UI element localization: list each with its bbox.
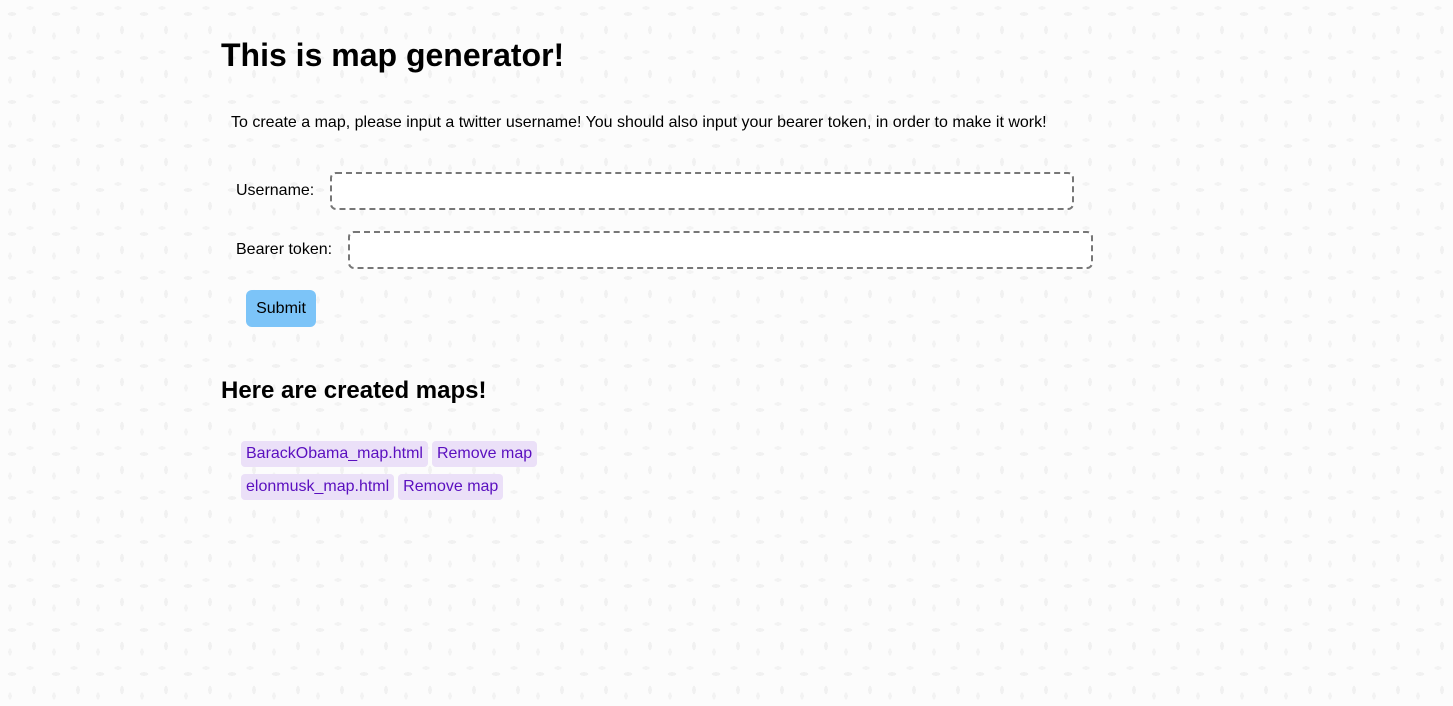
remove-map-button[interactable]: Remove map [398,474,504,500]
username-label: Username: [236,182,315,199]
maps-list: BarackObama_map.html Remove map elonmusk… [241,441,538,507]
map-link-elonmusk[interactable]: elonmusk_map.html [241,474,395,500]
submit-button[interactable]: Submit [246,290,316,327]
remove-map-button[interactable]: Remove map [431,441,538,467]
username-input[interactable] [330,172,1075,210]
maps-heading: Here are created maps! [221,377,487,404]
map-link-barackobama[interactable]: BarackObama_map.html [241,441,428,467]
page-title: This is map generator! [221,37,565,73]
token-row: Bearer token: [236,231,1094,269]
username-row: Username: [236,172,1075,210]
bearer-token-label: Bearer token: [236,241,333,258]
intro-text: To create a map, please input a twitter … [231,114,1047,131]
bearer-token-input[interactable] [348,231,1094,269]
list-item: BarackObama_map.html Remove map [241,441,538,467]
list-item: elonmusk_map.html Remove map [241,474,537,500]
leaf-pattern-background [0,0,1453,706]
